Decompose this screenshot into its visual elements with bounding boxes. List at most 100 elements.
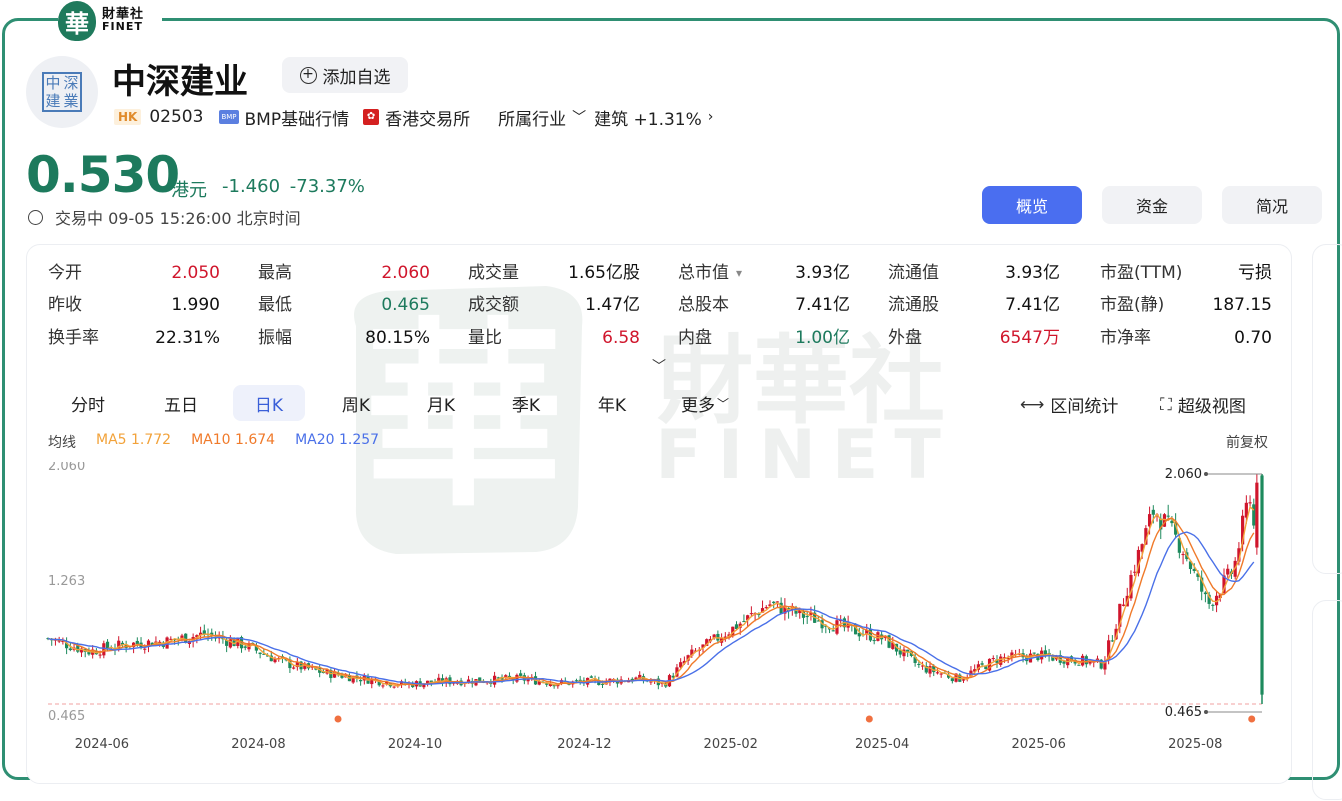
stat-value: 1.47亿: [585, 295, 640, 315]
period-tab-label: 更多: [680, 395, 715, 416]
tab-profile[interactable]: 简况: [1222, 186, 1322, 224]
stat-label: 最低: [258, 295, 292, 315]
industry-link[interactable]: 建筑 +1.31%: [594, 105, 702, 130]
period-tab[interactable]: 月K: [405, 385, 477, 421]
expand-stats-icon[interactable]: ﹀: [652, 356, 666, 376]
company-logo: 中深建業: [26, 56, 98, 128]
super-view-button[interactable]: ⛶ 超级视图: [1160, 392, 1246, 418]
candle-body: [980, 663, 984, 665]
candle-body: [917, 663, 921, 665]
period-tab[interactable]: 季K: [490, 385, 562, 421]
candle-body: [243, 646, 247, 648]
stat-value: 7.41亿: [795, 295, 850, 315]
candle-body: [1151, 509, 1155, 515]
candle-body: [600, 683, 605, 685]
stock-code: 02503: [149, 107, 204, 127]
candle-body: [1077, 664, 1081, 666]
stat-value: 3.93亿: [1005, 263, 1060, 283]
stat-label: 成交额: [468, 295, 519, 315]
stat-value: 80.15%: [365, 328, 430, 348]
candle-body: [135, 640, 139, 644]
ma-title: 均线: [48, 435, 76, 451]
x-tick-label: 2024-06: [75, 737, 129, 752]
logo-char: 深: [63, 74, 79, 92]
logo-char: 業: [63, 92, 79, 110]
tab-overview[interactable]: 概览: [982, 186, 1082, 224]
stat-label: 市净率: [1100, 328, 1151, 348]
side-panel: [1312, 244, 1342, 574]
candle-body: [935, 672, 940, 674]
x-tick-label: 2025-02: [704, 737, 758, 752]
event-marker: [1248, 715, 1256, 723]
stat-value: 1.990: [171, 295, 220, 315]
current-price: 0.530: [26, 146, 180, 204]
stat-label: 外盘: [888, 328, 922, 348]
period-tab[interactable]: 年K: [576, 385, 648, 421]
candle-body: [1255, 482, 1259, 548]
range-stats-button[interactable]: ⟷ 区间统计: [1020, 392, 1119, 418]
stat-value: 187.15: [1212, 295, 1272, 315]
period-tab[interactable]: 分时: [52, 385, 124, 421]
industry-dropdown[interactable]: 所属行业: [498, 105, 566, 130]
stat-value: 2.060: [381, 263, 430, 283]
candle-body: [392, 686, 396, 688]
period-tab[interactable]: 更多 ﹀: [665, 385, 745, 421]
range-stats-label: 区间统计: [1050, 397, 1119, 417]
stat-cell: 市盈(静) 187.15: [1100, 294, 1272, 316]
period-tab[interactable]: 五日: [146, 385, 216, 421]
stat-value: 0.465: [381, 295, 430, 315]
stock-meta-row: HK 02503 BMP BMP基础行情 ✿ 香港交易所 所属行业 ﹀ 建筑 +…: [114, 104, 721, 130]
candle-body: [1110, 640, 1114, 642]
candle-body: [519, 673, 523, 676]
candle-body: [102, 643, 106, 656]
logo-char: 中: [45, 74, 61, 92]
stat-value: 6.58: [602, 328, 640, 348]
tab-capital[interactable]: 资金: [1102, 186, 1202, 224]
stat-value: 7.41亿: [1005, 295, 1060, 315]
stat-label: 市盈(静): [1100, 295, 1165, 315]
candle-body: [999, 656, 1003, 665]
fullscreen-icon: ⛶: [1160, 394, 1172, 415]
stat-cell: 市盈(TTM) 亏损: [1100, 262, 1272, 284]
industry-label: 所属行业: [498, 109, 567, 130]
period-tab-label: 周K: [341, 395, 371, 416]
range-arrows-icon: ⟷: [1020, 394, 1045, 415]
price-adjust-toggle[interactable]: 前复权: [1226, 432, 1268, 452]
stat-cell: 成交量 1.65亿股: [468, 262, 640, 284]
tab-capital-label: 资金: [1135, 197, 1168, 216]
high-marker-dot: [1204, 472, 1208, 476]
stat-cell: 最低 0.465: [258, 294, 430, 316]
chevron-down-icon[interactable]: ﹀: [572, 107, 586, 127]
x-tick-label: 2024-10: [388, 737, 442, 752]
x-tick-label: 2025-06: [1012, 737, 1066, 752]
candle-body: [1252, 504, 1256, 526]
candle-body: [991, 658, 995, 660]
candle-body: [574, 680, 579, 682]
ma10-legend: MA10 1.674: [191, 432, 276, 448]
stat-cell: 换手率 22.31%: [48, 327, 220, 349]
stat-cell: 今开 2.050: [48, 262, 220, 284]
stat-cell[interactable]: 总市值 ▾ 3.93亿: [678, 262, 850, 284]
stat-cell: 振幅 80.15%: [258, 327, 430, 349]
caret-down-icon[interactable]: ▾: [736, 262, 742, 284]
chevron-right-icon[interactable]: ›: [708, 109, 714, 125]
tab-overview-label: 概览: [1015, 197, 1048, 216]
ma20-legend: MA20 1.257: [295, 432, 380, 448]
stat-cell: 最高 2.060: [258, 262, 430, 284]
y-tick-label: 0.465: [48, 709, 85, 724]
candle-body: [1121, 604, 1126, 606]
kline-chart[interactable]: 2.060 1.263 0.465 2024-06 2024-08 2024-10 2024…: [40, 462, 1280, 762]
stat-label: 市盈(TTM): [1100, 263, 1183, 283]
period-tab[interactable]: 周K: [320, 385, 392, 421]
stat-cell: 外盘 6547万: [888, 327, 1060, 349]
finet-logo: 華 財華社 FINET: [58, 0, 162, 42]
stat-value: 0.70: [1234, 328, 1272, 348]
logo-char: 建: [45, 92, 61, 110]
period-tab[interactable]: 日K: [233, 385, 305, 421]
ma-legend: 均线 MA5 1.772 MA10 1.674 MA20 1.257: [48, 432, 399, 452]
add-watchlist-button[interactable]: + 添加自选: [282, 57, 408, 93]
candle-body: [772, 601, 776, 604]
trading-status: 交易中 09-05 15:26:00 北京时间: [28, 205, 301, 229]
x-tick-label: 2024-12: [557, 737, 611, 752]
candle-body: [98, 654, 102, 656]
